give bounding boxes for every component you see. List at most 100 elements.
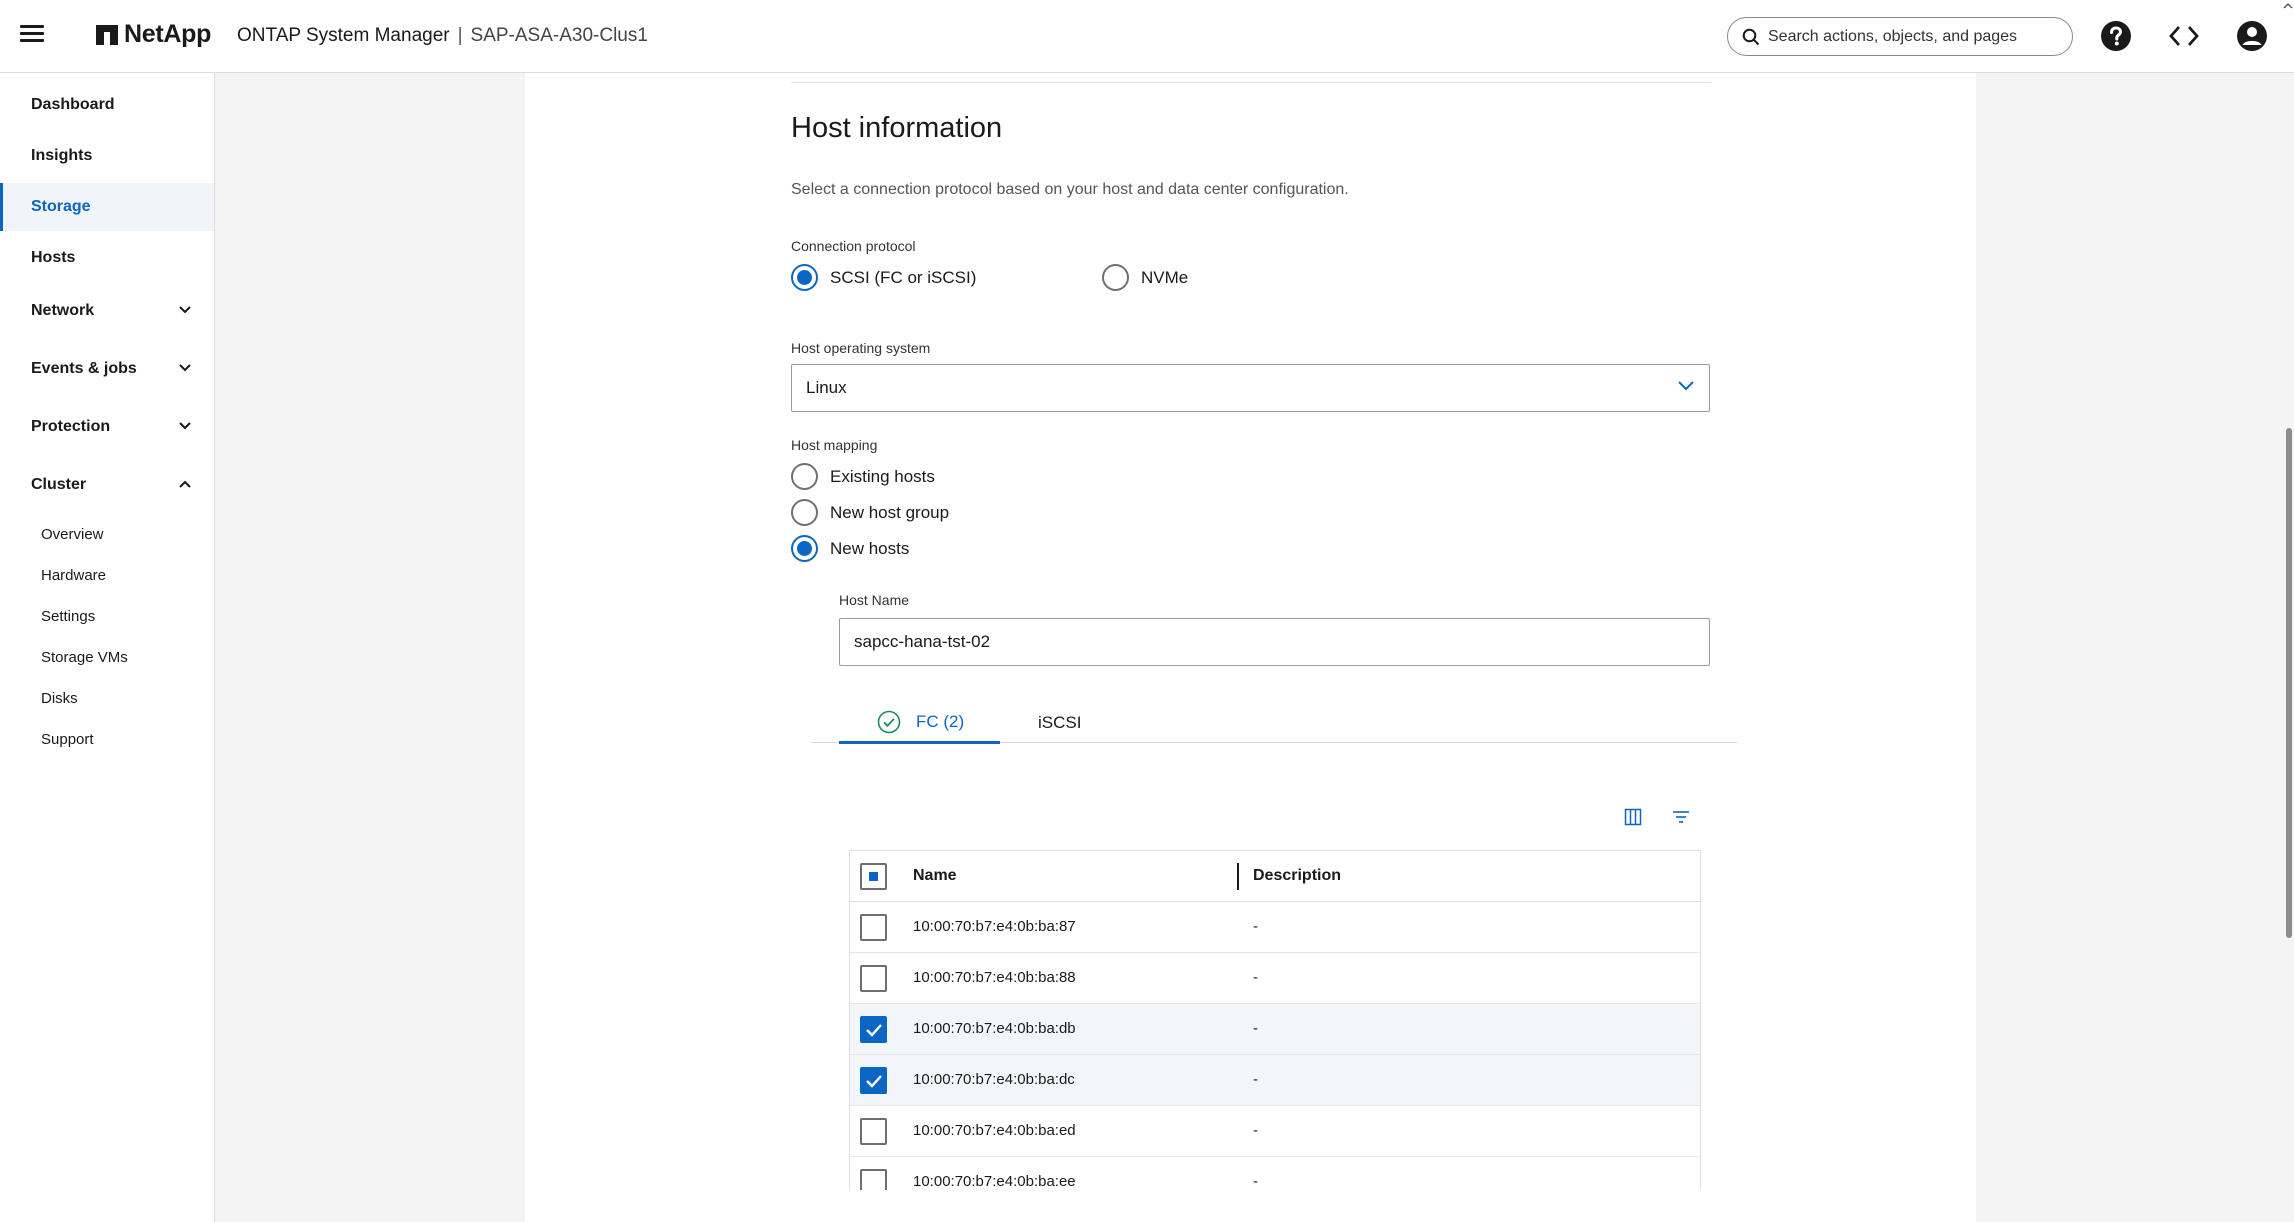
table-row[interactable]: 10:00:70:b7:e4:0b:ba:ee -	[850, 1157, 1700, 1190]
cell-name: 10:00:70:b7:e4:0b:ba:88	[913, 969, 1076, 986]
check-circle-icon	[877, 710, 901, 733]
column-header-description[interactable]: Description	[1253, 867, 1341, 885]
sidebar-item-insights[interactable]: Insights	[0, 132, 214, 180]
code-icon[interactable]	[2166, 18, 2202, 54]
title-separator: |	[457, 25, 463, 46]
host-os-select[interactable]: Linux	[791, 364, 1710, 412]
columns-icon[interactable]	[1620, 804, 1646, 830]
sidebar-subitem-hardware[interactable]: Hardware	[41, 567, 106, 584]
sidebar: Dashboard Insights Storage Hosts Network…	[0, 73, 215, 1222]
sidebar-subitem-storage-vms[interactable]: Storage VMs	[41, 649, 128, 666]
table-row[interactable]: 10:00:70:b7:e4:0b:ba:88 -	[850, 953, 1700, 1004]
column-header-name[interactable]: Name	[913, 867, 957, 885]
sidebar-item-label: Insights	[31, 147, 93, 164]
table-row[interactable]: 10:00:70:b7:e4:0b:ba:dc -	[850, 1055, 1700, 1106]
row-checkbox[interactable]	[860, 965, 887, 992]
radio-button[interactable]	[791, 463, 818, 490]
column-resize-handle[interactable]	[1237, 863, 1239, 890]
sidebar-item-hosts[interactable]: Hosts	[0, 234, 214, 282]
table-row[interactable]: 10:00:70:b7:e4:0b:ba:87 -	[850, 902, 1700, 953]
sidebar-subitem-settings[interactable]: Settings	[41, 608, 95, 625]
host-name-input[interactable]	[839, 618, 1710, 666]
row-checkbox[interactable]	[860, 1016, 887, 1043]
scroll-up-arrow-icon[interactable]	[2283, 2, 2293, 10]
radio-new-host-group[interactable]: New host group	[791, 499, 949, 526]
search-box[interactable]	[1727, 17, 2073, 56]
top-bar: NetApp ONTAP System Manager | SAP-ASA-A30-…	[0, 0, 2294, 73]
sidebar-item-label: Protection	[31, 418, 111, 435]
radio-button[interactable]	[791, 264, 818, 291]
cell-name: 10:00:70:b7:e4:0b:ba:87	[913, 918, 1076, 935]
sidebar-item-label: Storage	[31, 198, 91, 215]
radio-label: SCSI (FC or iSCSI)	[830, 267, 977, 287]
tab-iscsi[interactable]: iSCSI	[1038, 702, 1081, 744]
host-os-value: Linux	[806, 378, 847, 397]
section-divider	[791, 82, 1711, 83]
cell-description: -	[1253, 1020, 1258, 1037]
row-checkbox[interactable]	[860, 1169, 887, 1190]
app-name: ONTAP System Manager	[237, 25, 450, 46]
chevron-down-icon	[1678, 381, 1694, 391]
cell-description: -	[1253, 1122, 1258, 1139]
radio-label: NVMe	[1141, 267, 1189, 287]
radio-button[interactable]	[791, 499, 818, 526]
radio-label: New host group	[830, 502, 950, 522]
chevron-down-icon	[179, 306, 191, 314]
section-title: Host information	[791, 112, 1003, 144]
sidebar-item-label: Hosts	[31, 249, 76, 266]
scrollbar-thumb[interactable]	[2286, 428, 2292, 938]
table-header: Name Description	[850, 851, 1700, 902]
host-name-label: Host Name	[839, 592, 910, 608]
netapp-logo-icon	[96, 24, 118, 45]
select-all-checkbox[interactable]	[860, 863, 887, 890]
radio-scsi[interactable]: SCSI (FC or iSCSI)	[791, 264, 976, 291]
help-icon[interactable]	[2098, 18, 2134, 54]
sidebar-subitem-disks[interactable]: Disks	[41, 690, 78, 707]
radio-new-hosts[interactable]: New hosts	[791, 535, 909, 562]
search-input[interactable]	[1768, 27, 2038, 46]
checkmark-icon	[866, 1075, 882, 1088]
tab-label: FC (2)	[916, 711, 965, 731]
sidebar-item-network[interactable]: Network	[0, 287, 214, 335]
checkmark-icon	[866, 1024, 882, 1037]
row-checkbox[interactable]	[860, 1118, 887, 1145]
brand-name: NetApp	[124, 20, 212, 48]
row-checkbox[interactable]	[860, 1067, 887, 1094]
sidebar-item-protection[interactable]: Protection	[0, 403, 214, 451]
sidebar-item-dashboard[interactable]: Dashboard	[0, 81, 214, 129]
sidebar-subitem-overview[interactable]: Overview	[41, 526, 104, 543]
tab-label: iSCSI	[1038, 713, 1082, 732]
radio-button[interactable]	[1102, 264, 1129, 291]
filter-icon[interactable]	[1668, 804, 1694, 830]
radio-existing-hosts[interactable]: Existing hosts	[791, 463, 935, 490]
host-mapping-label: Host mapping	[791, 437, 878, 453]
table-row[interactable]: 10:00:70:b7:e4:0b:ba:db -	[850, 1004, 1700, 1055]
sidebar-item-events-jobs[interactable]: Events & jobs	[0, 345, 214, 393]
sidebar-item-label: Dashboard	[31, 96, 115, 113]
cell-description: -	[1253, 969, 1258, 986]
user-account-icon[interactable]	[2234, 18, 2270, 54]
cell-name: 10:00:70:b7:e4:0b:ba:ed	[913, 1122, 1076, 1139]
connection-protocol-label: Connection protocol	[791, 238, 916, 254]
cluster-name: SAP-ASA-A30-Clus1	[470, 25, 648, 46]
sidebar-item-label: Cluster	[31, 476, 87, 493]
sidebar-item-label: Network	[31, 302, 95, 319]
sidebar-item-storage[interactable]: Storage	[0, 183, 214, 231]
row-checkbox[interactable]	[860, 914, 887, 941]
radio-button[interactable]	[791, 535, 818, 562]
menu-icon[interactable]	[20, 22, 44, 46]
cell-name: 10:00:70:b7:e4:0b:ba:ee	[913, 1173, 1076, 1190]
radio-label: Existing hosts	[830, 466, 935, 486]
radio-nvme[interactable]: NVMe	[1102, 264, 1188, 291]
chevron-up-icon	[179, 480, 191, 488]
table-row[interactable]: 10:00:70:b7:e4:0b:ba:ed -	[850, 1106, 1700, 1157]
sidebar-item-cluster[interactable]: Cluster	[0, 461, 214, 509]
sidebar-subitem-support[interactable]: Support	[41, 731, 94, 748]
cell-description: -	[1253, 1071, 1258, 1088]
host-os-label: Host operating system	[791, 340, 931, 356]
app-title: ONTAP System Manager | SAP-ASA-A30-Clus1	[237, 25, 648, 47]
search-icon	[1742, 28, 1760, 45]
tab-fc[interactable]: FC (2)	[839, 702, 1000, 744]
cell-name: 10:00:70:b7:e4:0b:ba:db	[913, 1020, 1076, 1037]
netapp-logo[interactable]: NetApp	[96, 20, 211, 49]
